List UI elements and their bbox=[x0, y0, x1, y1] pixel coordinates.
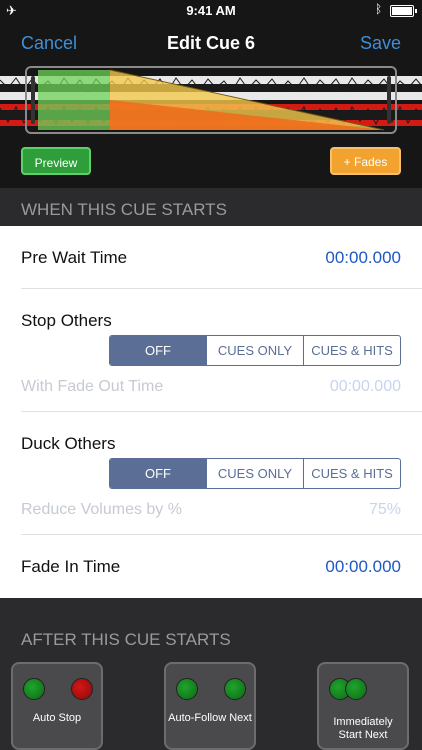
waveform-selection-frame[interactable] bbox=[25, 66, 397, 134]
fade-out-time-label: With Fade Out Time bbox=[21, 378, 164, 395]
stop-others-off[interactable]: OFF bbox=[110, 336, 206, 365]
green-led-icon bbox=[23, 678, 45, 700]
waveform-area: Preview + Fades bbox=[0, 66, 422, 188]
bluetooth-icon: ᛒ bbox=[375, 2, 383, 16]
duck-others-cues-only[interactable]: CUES ONLY bbox=[206, 459, 303, 488]
immediately-start-next-tile[interactable]: Immediately Start Next bbox=[317, 662, 409, 750]
duck-others-cues-hits[interactable]: CUES & HITS bbox=[303, 459, 400, 488]
battery-icon bbox=[390, 5, 417, 17]
green-led-icon bbox=[345, 678, 367, 700]
stop-others-segmented-control[interactable]: OFF CUES ONLY CUES & HITS bbox=[109, 335, 401, 366]
after-cue-options: Auto Stop Auto-Follow Next Immediately S… bbox=[0, 656, 422, 750]
divider bbox=[21, 288, 422, 289]
fade-out-time-value: 00:00.000 bbox=[329, 378, 401, 395]
divider bbox=[21, 534, 422, 535]
label-line-1: Immediately bbox=[333, 716, 393, 728]
reduce-volumes-value: 75% bbox=[368, 501, 401, 518]
section-header-after: AFTER THIS CUE STARTS bbox=[0, 598, 422, 656]
divider bbox=[21, 411, 422, 412]
duck-others-label: Duck Others bbox=[21, 434, 116, 453]
stop-others-cues-hits[interactable]: CUES & HITS bbox=[303, 336, 400, 365]
stop-others-cues-only[interactable]: CUES ONLY bbox=[206, 336, 303, 365]
section-header-when: WHEN THIS CUE STARTS bbox=[0, 188, 422, 226]
duck-others-segmented-control[interactable]: OFF CUES ONLY CUES & HITS bbox=[109, 458, 401, 489]
end-handle[interactable] bbox=[387, 76, 391, 124]
navigation-bar: Cancel Edit Cue 6 Save bbox=[0, 22, 422, 66]
auto-follow-next-tile[interactable]: Auto-Follow Next bbox=[164, 662, 256, 750]
fade-in-label: Fade In Time bbox=[21, 557, 121, 576]
cancel-button[interactable]: Cancel bbox=[21, 33, 77, 54]
status-bar: ✈ 9:41 AM ᛒ bbox=[0, 0, 422, 22]
settings-panel: Pre Wait Time 00:00.000 Stop Others OFF … bbox=[0, 226, 422, 598]
section-header-text: AFTER THIS CUE STARTS bbox=[21, 630, 231, 649]
duck-others-off[interactable]: OFF bbox=[110, 459, 206, 488]
auto-stop-label: Auto Stop bbox=[32, 712, 82, 724]
section-header-text: WHEN THIS CUE STARTS bbox=[21, 200, 227, 219]
fades-button[interactable]: + Fades bbox=[330, 147, 401, 175]
auto-stop-tile[interactable]: Auto Stop bbox=[11, 662, 103, 750]
save-button[interactable]: Save bbox=[360, 33, 401, 54]
status-time: 9:41 AM bbox=[186, 3, 236, 18]
start-handle[interactable] bbox=[31, 76, 35, 124]
label-line-2: Start Next bbox=[338, 729, 388, 741]
fade-in-value[interactable]: 00:00.000 bbox=[325, 557, 401, 577]
pre-wait-label: Pre Wait Time bbox=[21, 248, 128, 267]
green-led-icon bbox=[224, 678, 246, 700]
immediately-start-next-label: Immediately Start Next bbox=[319, 716, 407, 742]
preview-button[interactable]: Preview bbox=[21, 147, 91, 175]
reduce-volumes-label: Reduce Volumes by % bbox=[21, 501, 182, 518]
auto-follow-next-label: Auto-Follow Next bbox=[168, 712, 252, 724]
pre-wait-value[interactable]: 00:00.000 bbox=[325, 248, 401, 268]
stop-others-label: Stop Others bbox=[21, 311, 112, 330]
red-led-icon bbox=[71, 678, 93, 700]
green-led-icon bbox=[176, 678, 198, 700]
